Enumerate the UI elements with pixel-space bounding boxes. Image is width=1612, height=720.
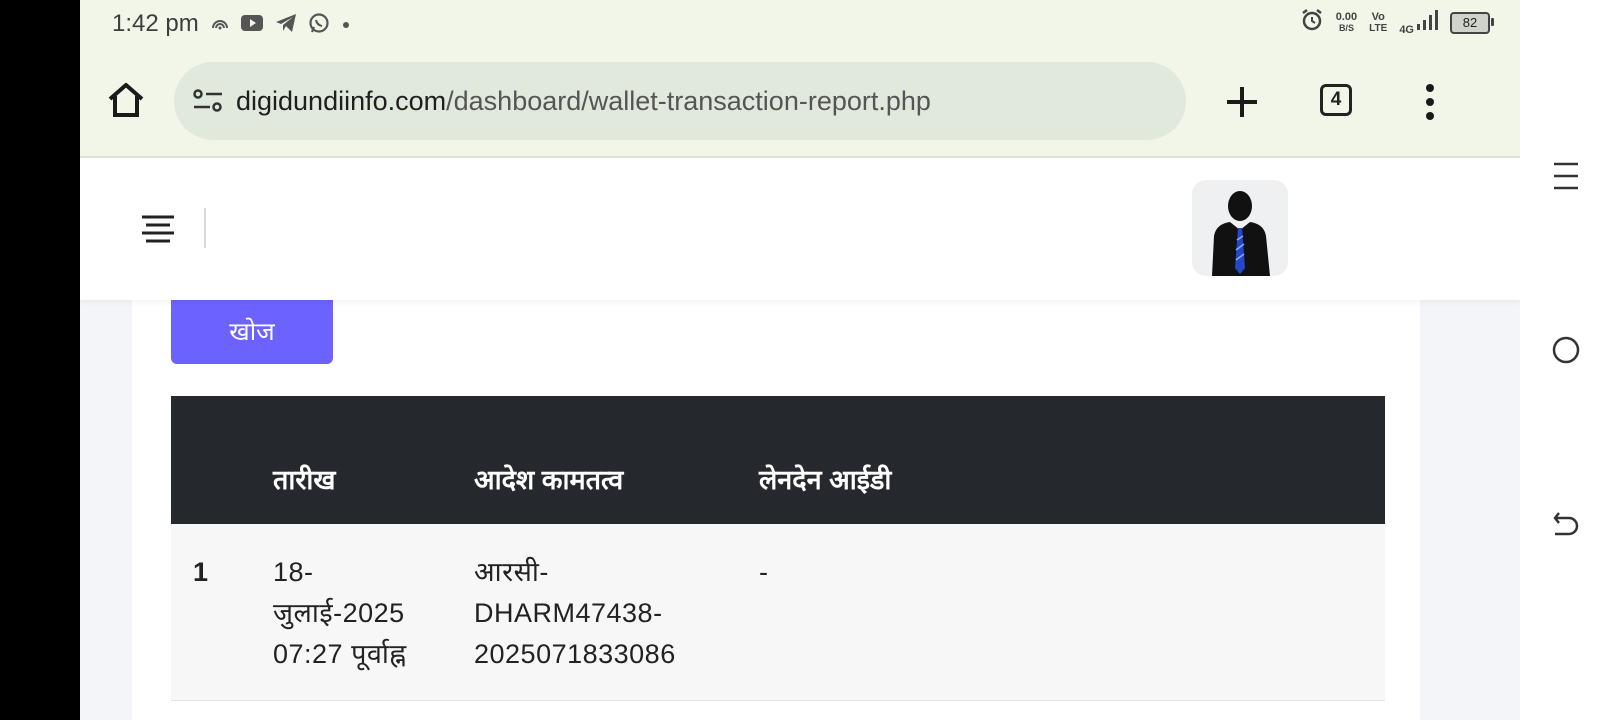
header-divider	[204, 208, 206, 248]
sidebar-toggle-button[interactable]	[140, 214, 176, 244]
alarm-icon	[1300, 8, 1324, 37]
system-nav-bar	[1520, 0, 1612, 720]
user-avatar[interactable]	[1192, 180, 1288, 276]
network-type: 4G	[1399, 24, 1414, 36]
battery-indicator: 82	[1450, 11, 1494, 34]
telegram-icon	[275, 13, 297, 38]
system-status-icons: 0.00 B/S Vo LTE 4G 82	[1300, 8, 1494, 37]
row-date: 18- जुलाई-2025 07:27 पूर्वाह्न	[273, 552, 407, 675]
back-nav-button[interactable]	[1550, 508, 1582, 540]
row-order: आरसी- DHARM47438- 2025071833086	[474, 552, 676, 675]
network-speed: 0.00 B/S	[1335, 10, 1358, 33]
more-vert-icon	[1426, 84, 1434, 120]
tab-switcher-button[interactable]: 4	[1320, 84, 1352, 116]
status-time: 1:42 pm	[112, 10, 199, 37]
youtube-icon	[240, 14, 264, 37]
column-header-transaction-id: लेनदेन आईडी	[759, 465, 892, 495]
signal-strength-icon	[1416, 9, 1438, 36]
report-card: खोज तारीख आदेश कामतत्व लेनदेन आईडी 1 18-…	[132, 290, 1420, 720]
address-bar[interactable]: digidundiinfo.com/dashboard/wallet-trans…	[174, 62, 1186, 140]
phone-screen: 1:42 pm 0.00 B/S Vo LTE 4G 82 digidundii…	[80, 0, 1520, 720]
app-header	[80, 158, 1520, 300]
site-settings-icon[interactable]	[192, 86, 224, 121]
more-notifications-dot-icon	[341, 17, 351, 35]
hamburger-icon	[142, 215, 174, 243]
row-index: 1	[193, 557, 209, 587]
user-avatar-icon	[1212, 191, 1270, 276]
home-icon	[108, 83, 144, 117]
url-domain: digidundiinfo.com	[236, 86, 447, 116]
column-header-order: आदेश कामतत्व	[474, 465, 624, 495]
row-transaction-id: -	[759, 557, 769, 587]
notification-icons	[211, 12, 351, 39]
browser-toolbar: digidundiinfo.com/dashboard/wallet-trans…	[80, 48, 1520, 158]
hotspot-icon	[211, 16, 229, 35]
new-tab-button[interactable]	[1222, 82, 1262, 122]
recent-apps-icon	[1554, 162, 1578, 190]
plus-icon	[1227, 87, 1257, 117]
recent-apps-button[interactable]	[1550, 160, 1582, 192]
date-line: 07:27 पूर्वाह्न	[273, 639, 407, 669]
browser-menu-button[interactable]	[1420, 82, 1440, 122]
order-line: आरसी-	[474, 557, 549, 587]
table-header: तारीख आदेश कामतत्व लेनदेन आईडी	[171, 396, 1385, 524]
volte-indicator: Vo LTE	[1369, 10, 1388, 34]
column-header-date: तारीख	[273, 465, 336, 495]
url-path: /dashboard/wallet-transaction-report.php	[446, 86, 931, 116]
status-bar: 1:42 pm 0.00 B/S Vo LTE 4G 82	[80, 0, 1520, 48]
home-nav-button[interactable]	[1550, 334, 1582, 366]
table-row: 1 18- जुलाई-2025 07:27 पूर्वाह्न आरसी- D…	[171, 524, 1385, 701]
order-line: 2025071833086	[474, 639, 676, 669]
url-text[interactable]: digidundiinfo.com/dashboard/wallet-trans…	[236, 86, 931, 117]
date-line: जुलाई-2025	[273, 598, 405, 628]
order-line: DHARM47438-	[474, 598, 663, 628]
home-circle-icon	[1552, 336, 1580, 364]
transaction-table: तारीख आदेश कामतत्व लेनदेन आईडी 1 18- जुल…	[171, 396, 1385, 701]
search-button[interactable]: खोज	[171, 298, 333, 364]
date-line: 18-	[273, 557, 314, 587]
signal-group: 4G	[1399, 9, 1438, 36]
whatsapp-icon	[308, 12, 330, 39]
back-icon	[1553, 512, 1579, 536]
home-button[interactable]	[106, 80, 146, 120]
